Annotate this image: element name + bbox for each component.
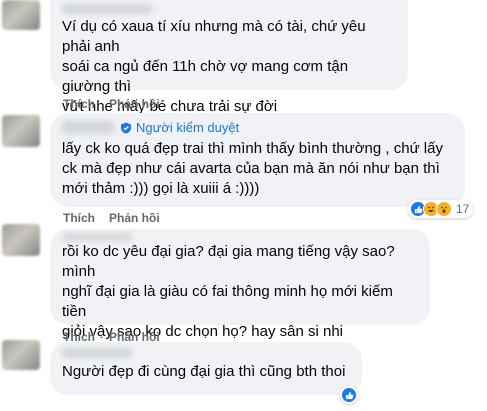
moderator-badge-label: Người kiểm duyệt bbox=[136, 120, 240, 135]
author-row: Người kiểm duyệt bbox=[62, 120, 453, 135]
wow-icon bbox=[436, 201, 452, 217]
comment-bubble: Ví dụ có xaua tí xíu nhưng mà có tài, ch… bbox=[50, 0, 408, 115]
comment-bubble: rồi ko dc yêu đại gia? đại gia mang tiến… bbox=[50, 229, 430, 340]
like-link[interactable]: Thích bbox=[63, 97, 95, 111]
reaction-summary[interactable]: 17 bbox=[408, 200, 474, 218]
author-name[interactable] bbox=[62, 233, 132, 241]
author-name[interactable] bbox=[62, 4, 152, 14]
reaction-summary[interactable] bbox=[340, 386, 358, 404]
reaction-count: 17 bbox=[456, 202, 470, 216]
avatar[interactable] bbox=[2, 115, 40, 147]
reply-link[interactable]: Phản hồi bbox=[109, 211, 160, 225]
avatar[interactable] bbox=[2, 224, 40, 256]
author-name[interactable] bbox=[62, 348, 132, 358]
comment-bubble: Người đẹp đi cùng đại gia thì cũng bth t… bbox=[50, 342, 362, 395]
comment-text: Người đẹp đi cùng đại gia thì cũng bth t… bbox=[62, 363, 346, 380]
like-icon bbox=[341, 387, 357, 403]
comment-bubble: Người kiểm duyệt lấy ck ko quá đẹp trai … bbox=[50, 113, 465, 207]
like-link[interactable]: Thích bbox=[63, 211, 95, 225]
author-row bbox=[62, 233, 418, 241]
comment-actions: Thích Phản hồi bbox=[63, 211, 160, 225]
comment-actions: Thích Phản hồi bbox=[63, 97, 160, 111]
comment-text: rồi ko dc yêu đại gia? đại gia mang tiến… bbox=[62, 243, 395, 340]
avatar[interactable] bbox=[2, 0, 40, 30]
moderator-badge: Người kiểm duyệt bbox=[120, 120, 239, 135]
shield-icon bbox=[121, 122, 131, 133]
author-name[interactable] bbox=[62, 121, 114, 134]
comment-text: lấy ck ko quá đẹp trai thì mình thấy bìn… bbox=[62, 140, 443, 197]
avatar[interactable] bbox=[2, 340, 40, 370]
reply-link[interactable]: Phản hồi bbox=[109, 97, 160, 111]
